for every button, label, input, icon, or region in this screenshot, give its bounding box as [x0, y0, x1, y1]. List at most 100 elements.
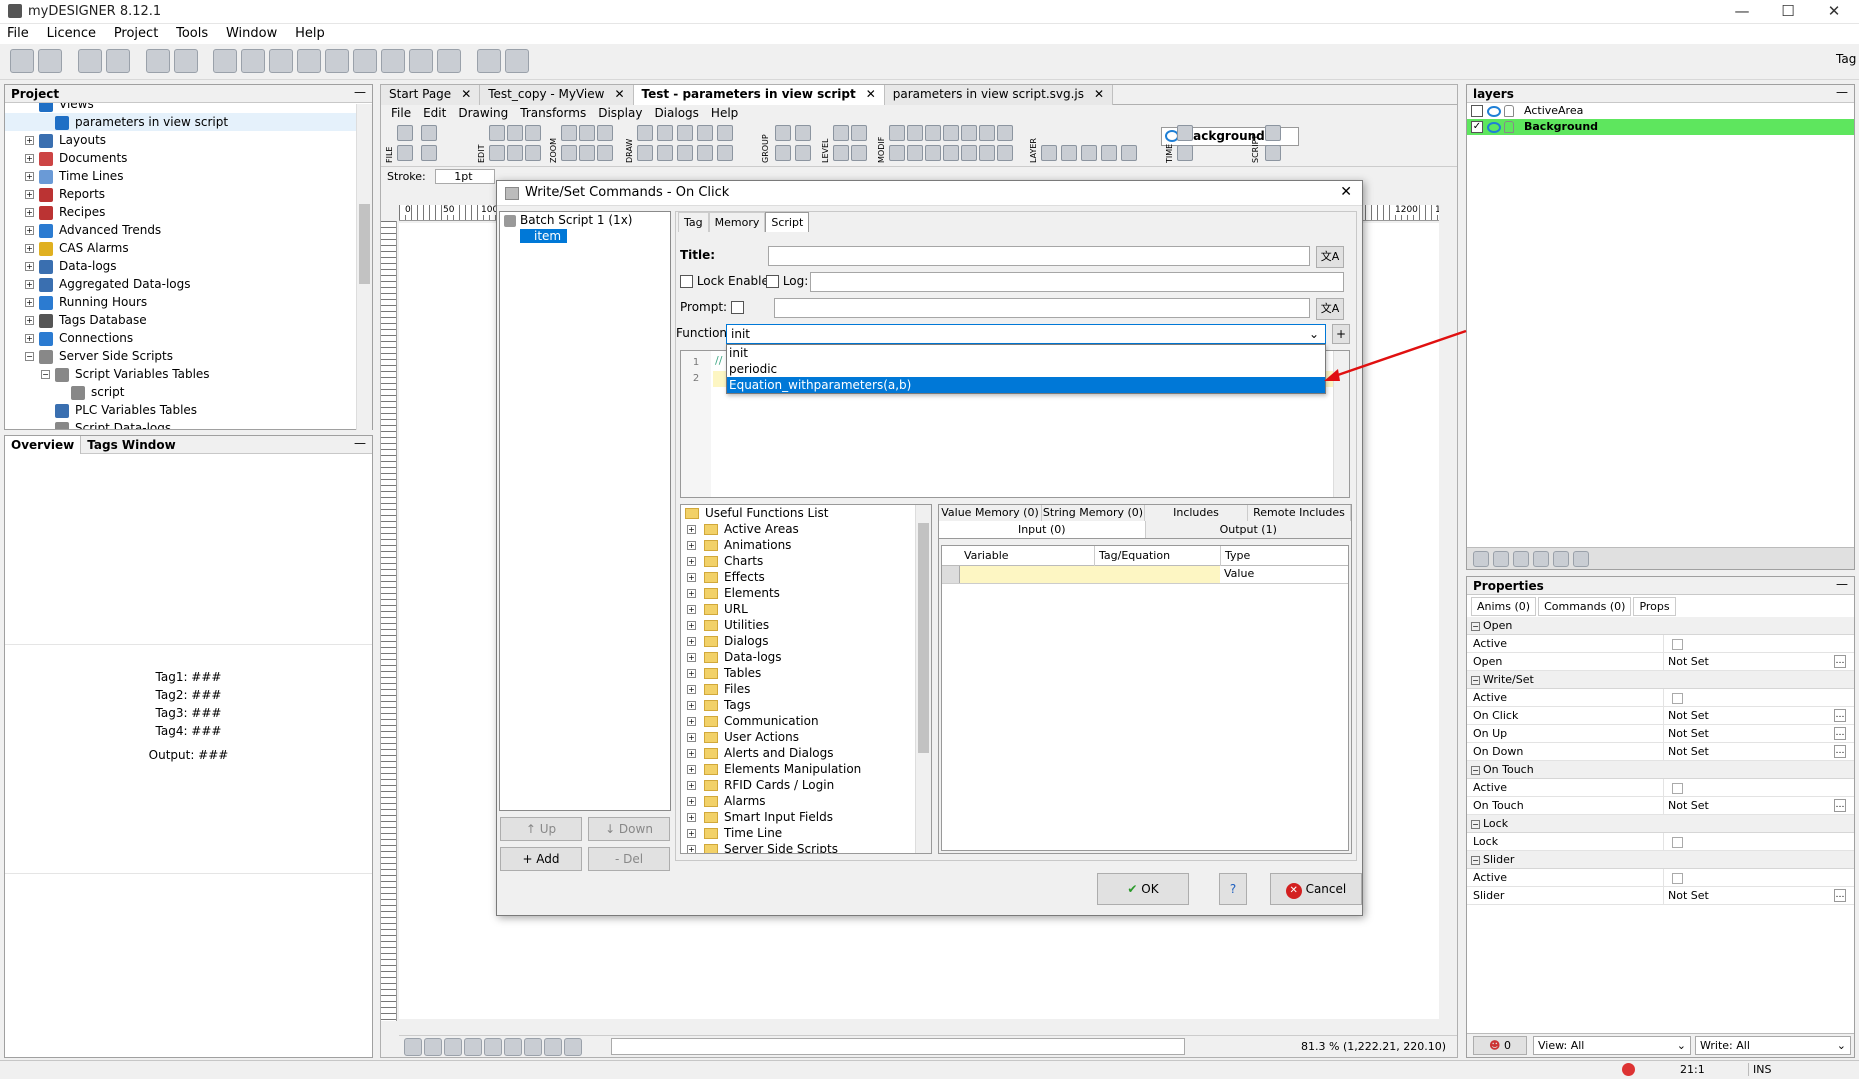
tool-icon[interactable] [907, 125, 923, 141]
tool-icon[interactable] [637, 125, 653, 141]
select-icon[interactable] [404, 1038, 422, 1056]
project-tree-item[interactable]: script [5, 383, 372, 401]
useful-function-category[interactable]: + URL [681, 601, 931, 617]
edit-ellipsis-button[interactable]: … [1834, 655, 1846, 668]
property-checkbox[interactable] [1672, 782, 1683, 794]
expand-icon[interactable]: + [687, 573, 696, 582]
grid-icon[interactable] [464, 1038, 482, 1056]
property-row[interactable]: Active [1467, 689, 1854, 707]
expand-icon[interactable]: + [25, 226, 34, 235]
expand-icon[interactable]: + [687, 733, 696, 742]
expand-icon[interactable]: + [687, 525, 696, 534]
lock-icon[interactable] [1504, 105, 1514, 117]
property-checkbox[interactable] [1672, 638, 1683, 650]
expand-icon[interactable]: + [25, 190, 34, 199]
useful-function-category[interactable]: + Dialogs [681, 633, 931, 649]
property-row[interactable]: On Click Not Set… [1467, 707, 1854, 725]
close-tab-icon[interactable]: ✕ [1094, 87, 1104, 101]
menu-licence[interactable]: Licence [40, 24, 103, 43]
expand-icon[interactable]: + [687, 797, 696, 806]
cancel-button[interactable]: ✕ Cancel [1270, 873, 1362, 905]
expand-icon[interactable]: + [687, 829, 696, 838]
useful-function-category[interactable]: + Alerts and Dialogs [681, 745, 931, 761]
close-tab-icon[interactable]: ✕ [461, 87, 471, 101]
document-menu-item[interactable]: Drawing [452, 105, 514, 121]
tag-toolbar-label[interactable]: Tag [1836, 52, 1856, 66]
menu-project[interactable]: Project [107, 24, 165, 43]
tool-icon[interactable] [889, 125, 905, 141]
lock-enable-checkbox[interactable] [680, 275, 693, 288]
view-new-icon[interactable] [325, 49, 350, 73]
function-select[interactable]: init ⌄ [726, 324, 1326, 344]
menu-window[interactable]: Window [219, 24, 284, 43]
close-window-button[interactable]: ✕ [1811, 0, 1857, 24]
panel-minimize-icon[interactable]: — [354, 436, 366, 450]
write-filter-select[interactable]: Write: All ⌄ [1695, 1036, 1851, 1055]
tool-icon[interactable] [677, 145, 693, 161]
tool-icon[interactable] [561, 125, 577, 141]
tool-icon[interactable] [1081, 145, 1097, 161]
expand-icon[interactable]: − [41, 370, 50, 379]
translate-icon[interactable]: 文A [1316, 246, 1344, 268]
download-icon[interactable] [437, 49, 462, 73]
property-checkbox[interactable] [1672, 692, 1683, 704]
properties-tab[interactable]: Anims (0) [1471, 597, 1537, 616]
move-up-button[interactable]: ↑ Up [500, 817, 582, 841]
canvas-hscroll[interactable] [399, 1019, 1439, 1035]
move-up-icon[interactable] [1513, 551, 1529, 567]
project-tree-item[interactable]: parameters in view script [5, 113, 372, 131]
project-tree-item[interactable]: + Reports [5, 185, 372, 203]
help-button[interactable]: ? [1219, 873, 1247, 905]
windows-icon[interactable] [505, 49, 530, 73]
property-value[interactable]: Not Set [1663, 707, 1847, 725]
page-icon[interactable] [424, 1038, 442, 1056]
project-tree-item[interactable]: Script Data-logs [5, 419, 372, 429]
batch-item[interactable]: item [520, 228, 670, 244]
menu-help[interactable]: Help [288, 24, 332, 43]
tab-overview[interactable]: Overview [5, 436, 82, 454]
properties-tab[interactable]: Commands (0) [1538, 597, 1632, 616]
document-menu-item[interactable]: Display [592, 105, 648, 121]
view-find-icon[interactable] [241, 49, 266, 73]
expand-icon[interactable]: + [687, 813, 696, 822]
function-option[interactable]: periodic [727, 361, 1325, 377]
expand-icon[interactable]: + [687, 685, 696, 694]
project-scroll-thumb[interactable] [359, 204, 370, 284]
tool-icon[interactable] [597, 125, 613, 141]
functions-scrollbar[interactable] [915, 505, 931, 853]
project-tree-item[interactable]: + Connections [5, 329, 372, 347]
page-fit-icon[interactable] [444, 1038, 462, 1056]
property-category[interactable]: − On Touch [1467, 761, 1854, 779]
tool-icon[interactable] [657, 145, 673, 161]
tool-icon[interactable] [697, 145, 713, 161]
undo-icon[interactable] [77, 49, 102, 73]
useful-function-category[interactable]: + Data-logs [681, 649, 931, 665]
layer-item[interactable]: ✓ Background [1467, 119, 1854, 135]
project-tree-item[interactable]: + Running Hours [5, 293, 372, 311]
tool-icon[interactable] [775, 125, 791, 141]
tool-icon[interactable] [1177, 145, 1193, 161]
property-row[interactable]: Lock [1467, 833, 1854, 851]
property-category[interactable]: − Write/Set [1467, 671, 1854, 689]
tool-icon[interactable] [421, 145, 437, 161]
tool-icon[interactable] [1177, 125, 1193, 141]
expand-icon[interactable]: + [25, 262, 34, 271]
close-tab-icon[interactable]: ✕ [614, 87, 624, 101]
useful-functions-root[interactable]: Useful Functions List [681, 505, 931, 521]
tool-icon[interactable] [1041, 145, 1057, 161]
useful-function-category[interactable]: + Files [681, 681, 931, 697]
tool-icon[interactable] [697, 125, 713, 141]
panel-minimize-icon[interactable]: — [354, 85, 366, 99]
edit-ellipsis-button[interactable]: … [1834, 727, 1846, 740]
expand-icon[interactable]: + [687, 653, 696, 662]
view-move-icon[interactable] [353, 49, 378, 73]
upload-icon[interactable] [409, 49, 434, 73]
tool-icon[interactable] [597, 145, 613, 161]
tab-memory[interactable]: Memory [708, 212, 766, 232]
expand-icon[interactable]: + [687, 541, 696, 550]
tool-icon[interactable] [421, 125, 437, 141]
project-tree-item[interactable]: − Script Variables Tables [5, 365, 372, 383]
tool-icon[interactable] [579, 125, 595, 141]
tool-icon[interactable] [979, 125, 995, 141]
property-row[interactable]: Active [1467, 635, 1854, 653]
